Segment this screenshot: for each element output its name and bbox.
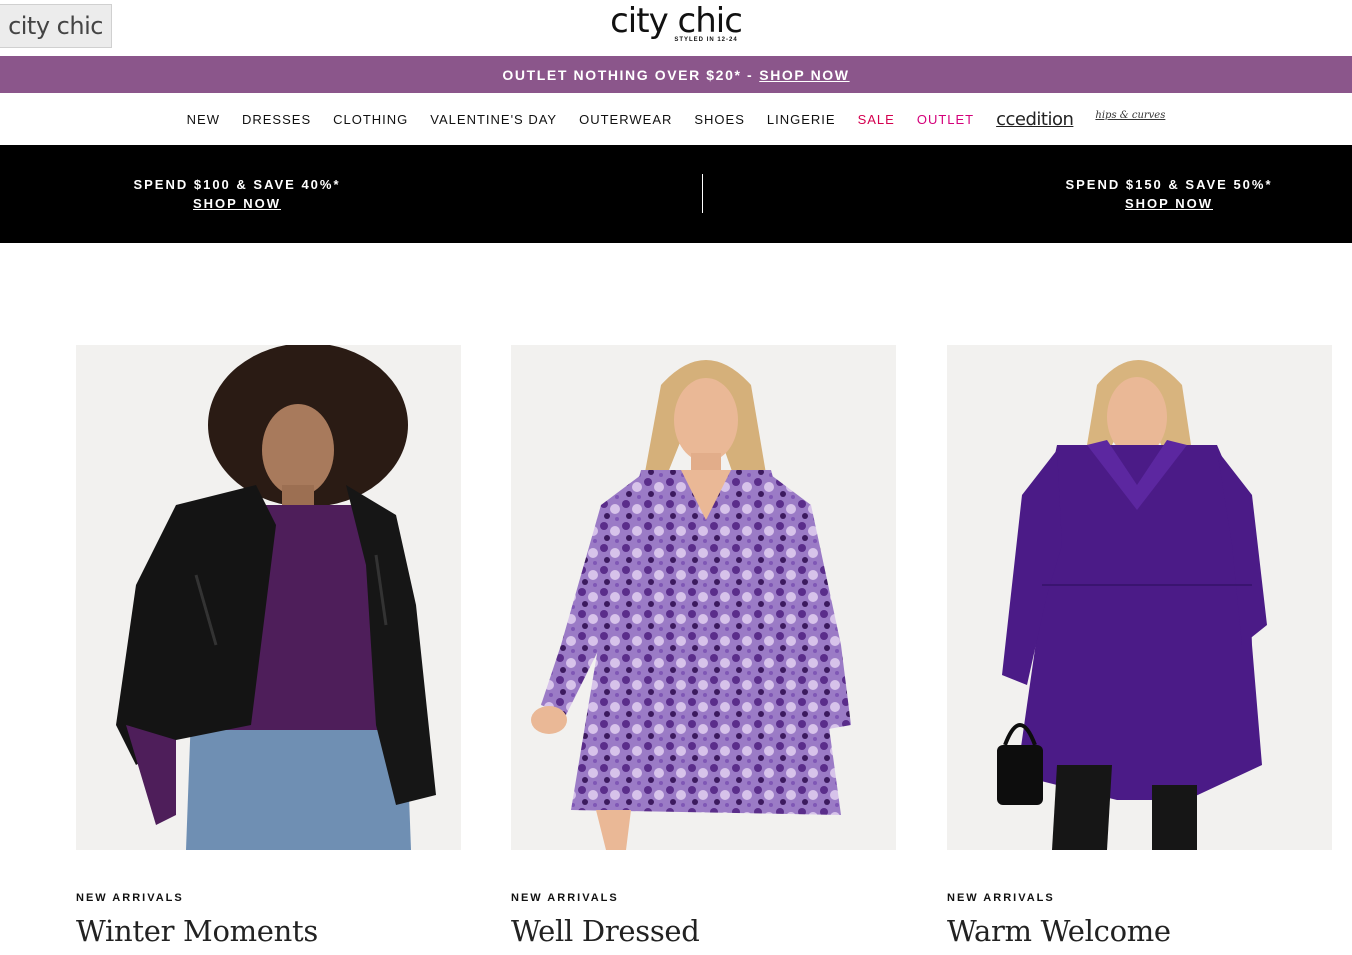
card-eyebrow: NEW ARRIVALS	[76, 892, 184, 904]
nav-item-new[interactable]: NEW	[176, 112, 231, 127]
offer-band: SPEND $100 & SAVE 40%* SHOP NOW SPEND $1…	[0, 145, 1352, 243]
brand-name[interactable]: city chic	[610, 1, 743, 41]
brand-logo[interactable]: city chic STYLED IN 12-24	[0, 2, 1352, 43]
offer-left-shop-now-link[interactable]: SHOP NOW	[118, 194, 356, 213]
promo-text: OUTLET NOTHING OVER $20* -	[502, 66, 754, 83]
tab-logo-text: city chic	[8, 12, 103, 40]
card-warm-welcome[interactable]: NEW ARRIVALS Warm Welcome	[947, 345, 1332, 948]
main-nav: NEW DRESSES CLOTHING VALENTINE'S DAY OUT…	[0, 93, 1352, 145]
offer-divider	[702, 174, 703, 213]
card-title[interactable]: Well Dressed	[511, 914, 896, 948]
card-title[interactable]: Winter Moments	[76, 914, 461, 948]
model-photo	[76, 345, 461, 850]
offer-right: SPEND $150 & SAVE 50%* SHOP NOW	[1050, 175, 1288, 213]
card-well-dressed[interactable]: NEW ARRIVALS Well Dressed	[511, 345, 896, 948]
card-eyebrow: NEW ARRIVALS	[947, 892, 1055, 904]
model-photo	[947, 345, 1332, 850]
nav-item-clothing[interactable]: CLOTHING	[322, 112, 419, 127]
offer-right-text: SPEND $150 & SAVE 50%*	[1065, 177, 1273, 192]
nav-item-lingerie[interactable]: LINGERIE	[756, 112, 847, 127]
nav-item-dresses[interactable]: DRESSES	[231, 112, 322, 127]
promo-bar: OUTLET NOTHING OVER $20* - SHOP NOW	[0, 56, 1352, 93]
nav-item-outlet[interactable]: OUTLET	[906, 112, 985, 127]
offer-left-text: SPEND $100 & SAVE 40%*	[133, 177, 341, 192]
nav-item-outerwear[interactable]: OUTERWEAR	[568, 112, 683, 127]
nav-item-cc-edition[interactable]: ccedition	[985, 109, 1084, 130]
card-image-well-dressed[interactable]	[511, 345, 896, 850]
card-title[interactable]: Warm Welcome	[947, 914, 1332, 948]
nav-item-hips-curves[interactable]: hips & curves	[1084, 110, 1176, 121]
offer-right-shop-now-link[interactable]: SHOP NOW	[1050, 194, 1288, 213]
nav-item-sale[interactable]: SALE	[847, 112, 906, 127]
card-image-warm-welcome[interactable]	[947, 345, 1332, 850]
tab-logo[interactable]: city chic	[0, 4, 112, 48]
nav-item-shoes[interactable]: SHOES	[683, 112, 756, 127]
brand-tagline: STYLED IN 12-24	[674, 37, 738, 43]
card-image-winter-moments[interactable]	[76, 345, 461, 850]
card-winter-moments[interactable]: NEW ARRIVALS Winter Moments	[76, 345, 461, 948]
site-header: city chic STYLED IN 12-24	[0, 0, 1352, 56]
card-eyebrow: NEW ARRIVALS	[511, 892, 619, 904]
model-photo	[511, 345, 896, 850]
promo-shop-now-link[interactable]: SHOP NOW	[759, 67, 849, 83]
offer-left: SPEND $100 & SAVE 40%* SHOP NOW	[118, 175, 356, 213]
nav-item-valentines-day[interactable]: VALENTINE'S DAY	[419, 112, 568, 127]
